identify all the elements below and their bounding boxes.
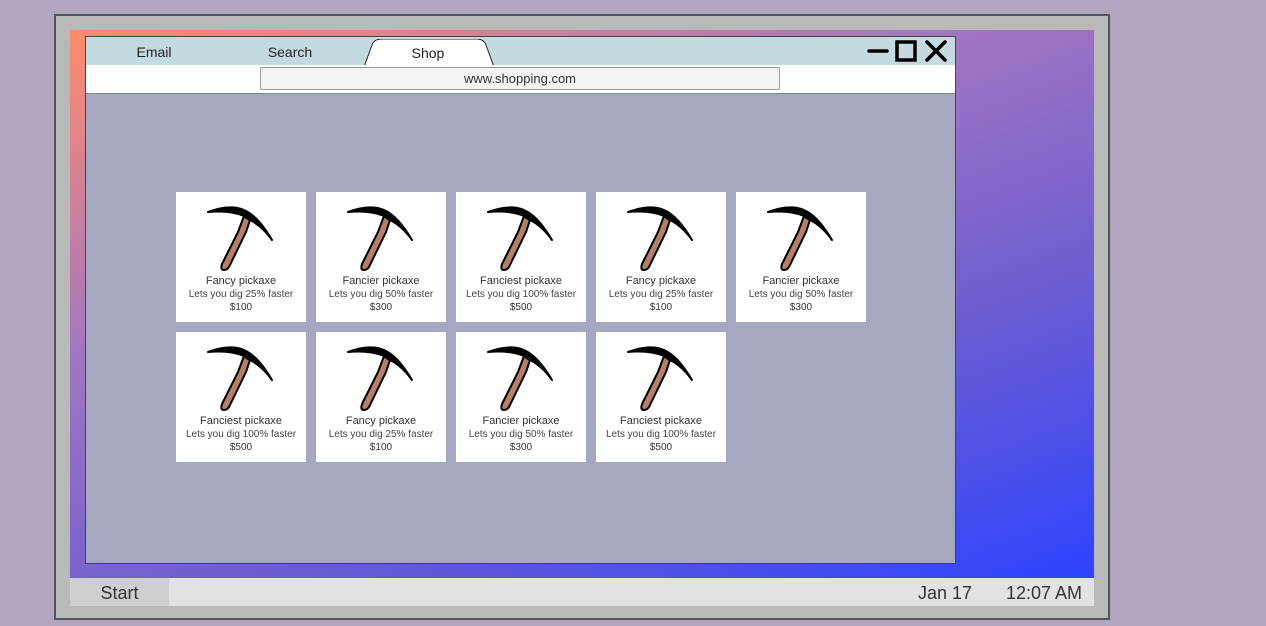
product-description: Lets you dig 100% faster — [465, 289, 577, 300]
tab-bar: Email Search Shop — [86, 37, 955, 67]
product-name: Fancy pickaxe — [345, 415, 417, 427]
product-name: Fancy pickaxe — [205, 275, 277, 287]
product-price: $500 — [649, 442, 673, 453]
product-description: Lets you dig 100% faster — [605, 429, 717, 440]
maximize-icon[interactable] — [894, 39, 918, 63]
product-card[interactable]: Fancy pickaxe Lets you dig 25% faster $100 — [596, 192, 726, 322]
pickaxe-icon — [347, 206, 413, 271]
product-description: Lets you dig 50% faster — [748, 289, 854, 300]
minimize-icon[interactable] — [866, 39, 890, 63]
product-card[interactable]: Fancier pickaxe Lets you dig 50% faster $3… — [736, 192, 866, 322]
pickaxe-icon — [767, 206, 833, 271]
product-price: $100 — [649, 302, 673, 313]
product-price: $500 — [229, 442, 253, 453]
browser-window: Email Search Shop www.shopping.com Fancy… — [85, 36, 956, 564]
product-name: Fancier pickaxe — [482, 415, 560, 427]
pickaxe-icon — [347, 346, 413, 411]
desktop: Email Search Shop www.shopping.com Fancy… — [70, 30, 1094, 578]
tab-shop[interactable]: Shop — [364, 39, 494, 67]
pickaxe-icon — [627, 206, 693, 271]
product-description: Lets you dig 50% faster — [468, 429, 574, 440]
product-description: Lets you dig 25% faster — [188, 289, 294, 300]
address-row: www.shopping.com — [86, 65, 955, 94]
product-card[interactable]: Fancy pickaxe Lets you dig 25% faster $100 — [176, 192, 306, 322]
monitor-frame: Email Search Shop www.shopping.com Fancy… — [54, 14, 1110, 620]
product-description: Lets you dig 100% faster — [185, 429, 297, 440]
tab-shop-label: Shop — [411, 45, 445, 61]
pickaxe-icon — [207, 206, 273, 271]
pickaxe-icon — [627, 346, 693, 411]
product-name: Fanciest pickaxe — [620, 415, 702, 427]
url-bar[interactable]: www.shopping.com — [260, 67, 780, 90]
pickaxe-icon — [207, 346, 273, 411]
taskbar-time: 12:07 AM — [1006, 583, 1083, 603]
start-button[interactable]: Start — [70, 578, 169, 606]
product-name: Fanciest pickaxe — [200, 415, 282, 427]
product-card[interactable]: Fanciest pickaxe Lets you dig 100% faster… — [456, 192, 586, 322]
product-price: $100 — [229, 302, 253, 313]
product-name: Fancier pickaxe — [342, 275, 420, 287]
product-card[interactable]: Fanciest pickaxe Lets you dig 100% faster… — [596, 332, 726, 462]
tab-search[interactable]: Search — [258, 37, 322, 65]
product-price: $100 — [369, 442, 393, 453]
product-description: Lets you dig 50% faster — [328, 289, 434, 300]
pickaxe-icon — [487, 346, 553, 411]
product-card[interactable]: Fancy pickaxe Lets you dig 25% faster $100 — [316, 332, 446, 462]
product-card[interactable]: Fanciest pickaxe Lets you dig 100% faster… — [176, 332, 306, 462]
product-price: $500 — [509, 302, 533, 313]
product-card[interactable]: Fancier pickaxe Lets you dig 50% faster $3… — [456, 332, 586, 462]
tab-email[interactable]: Email — [122, 37, 186, 65]
taskbar-date: Jan 17 — [918, 583, 973, 603]
product-name: Fanciest pickaxe — [480, 275, 562, 287]
product-name: Fancier pickaxe — [762, 275, 840, 287]
pickaxe-icon — [487, 206, 553, 271]
product-price: $300 — [789, 302, 813, 313]
product-card[interactable]: Fancier pickaxe Lets you dig 50% faster $3… — [316, 192, 446, 322]
product-price: $300 — [509, 442, 533, 453]
close-icon[interactable] — [924, 39, 948, 63]
product-name: Fancy pickaxe — [625, 275, 697, 287]
product-price: $300 — [369, 302, 393, 313]
taskbar: Start Jan 17 12:07 AM — [70, 578, 1094, 606]
product-description: Lets you dig 25% faster — [328, 429, 434, 440]
product-description: Lets you dig 25% faster — [608, 289, 714, 300]
